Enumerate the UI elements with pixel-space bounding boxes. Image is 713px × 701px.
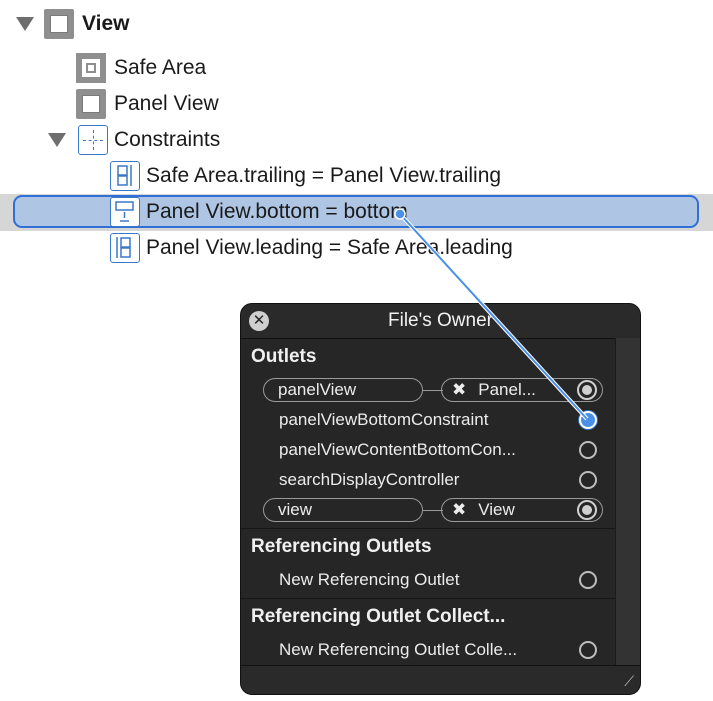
section-divider (241, 598, 617, 599)
connection-link (423, 510, 443, 511)
outlet-name-pill: view (263, 498, 423, 522)
hud-footer: ⟋ (241, 665, 640, 694)
tree-item-constraints[interactable]: Constraints (114, 123, 220, 157)
outlet-name: panelView (278, 380, 357, 399)
disclosure-triangle-icon[interactable] (48, 133, 66, 147)
hud-scrollbar[interactable] (615, 338, 640, 668)
view-icon (44, 9, 74, 39)
tree-item-safe-area[interactable]: Safe Area (114, 51, 206, 85)
safe-area-icon (76, 53, 106, 83)
tree-item-constraint-bottom[interactable]: Panel View.bottom = bottom (146, 195, 408, 229)
connections-hud[interactable]: File's Owner ✕ Outlets panelView ✖ Panel.… (240, 303, 641, 695)
constraints-icon (78, 125, 108, 155)
close-icon[interactable]: ✕ (249, 311, 269, 331)
hud-title: File's Owner (241, 304, 640, 339)
new-referencing-collection: New Referencing Outlet Colle... (279, 640, 518, 659)
outlet-name: panelViewContentBottomCon... (279, 440, 516, 459)
new-referencing-outlet: New Referencing Outlet (279, 570, 460, 589)
tree-item-constraint-trailing[interactable]: Safe Area.trailing = Panel View.trailing (146, 159, 501, 193)
outlet-empty-dot[interactable] (579, 471, 597, 489)
outlet-connected-dot[interactable] (577, 500, 597, 520)
remove-connection-icon[interactable]: ✖ (452, 380, 466, 399)
outlet-target: Panel... (478, 380, 536, 399)
referencing-collections-header: Referencing Outlet Collect... (251, 606, 506, 627)
outlet-empty-dot[interactable] (579, 571, 597, 589)
outlet-name: panelViewBottomConstraint (279, 410, 489, 429)
outlet-name-pill: panelView (263, 378, 423, 402)
tree-item-view[interactable]: View (82, 7, 129, 41)
referencing-outlets-header: Referencing Outlets (251, 536, 432, 557)
outlet-name: view (278, 500, 313, 519)
disclosure-triangle-icon[interactable] (16, 17, 34, 31)
resize-grip-icon[interactable]: ⟋ (618, 673, 634, 689)
tree-item-constraint-leading[interactable]: Panel View.leading = Safe Area.leading (146, 231, 513, 265)
outlet-active-dot[interactable] (579, 411, 597, 429)
section-divider (241, 528, 617, 529)
remove-connection-icon[interactable]: ✖ (452, 500, 466, 519)
constraint-icon (110, 233, 140, 263)
outlet-name: searchDisplayController (279, 470, 460, 489)
outlets-header: Outlets (251, 346, 317, 367)
outlet-empty-dot[interactable] (579, 441, 597, 459)
outlet-target: View (478, 500, 515, 519)
outlet-connected-dot[interactable] (577, 380, 597, 400)
constraint-icon (110, 161, 140, 191)
panel-view-icon (76, 89, 106, 119)
constraint-icon (110, 197, 140, 227)
outlet-empty-dot[interactable] (579, 641, 597, 659)
tree-item-panel-view[interactable]: Panel View (114, 87, 219, 121)
connection-link (423, 390, 443, 391)
